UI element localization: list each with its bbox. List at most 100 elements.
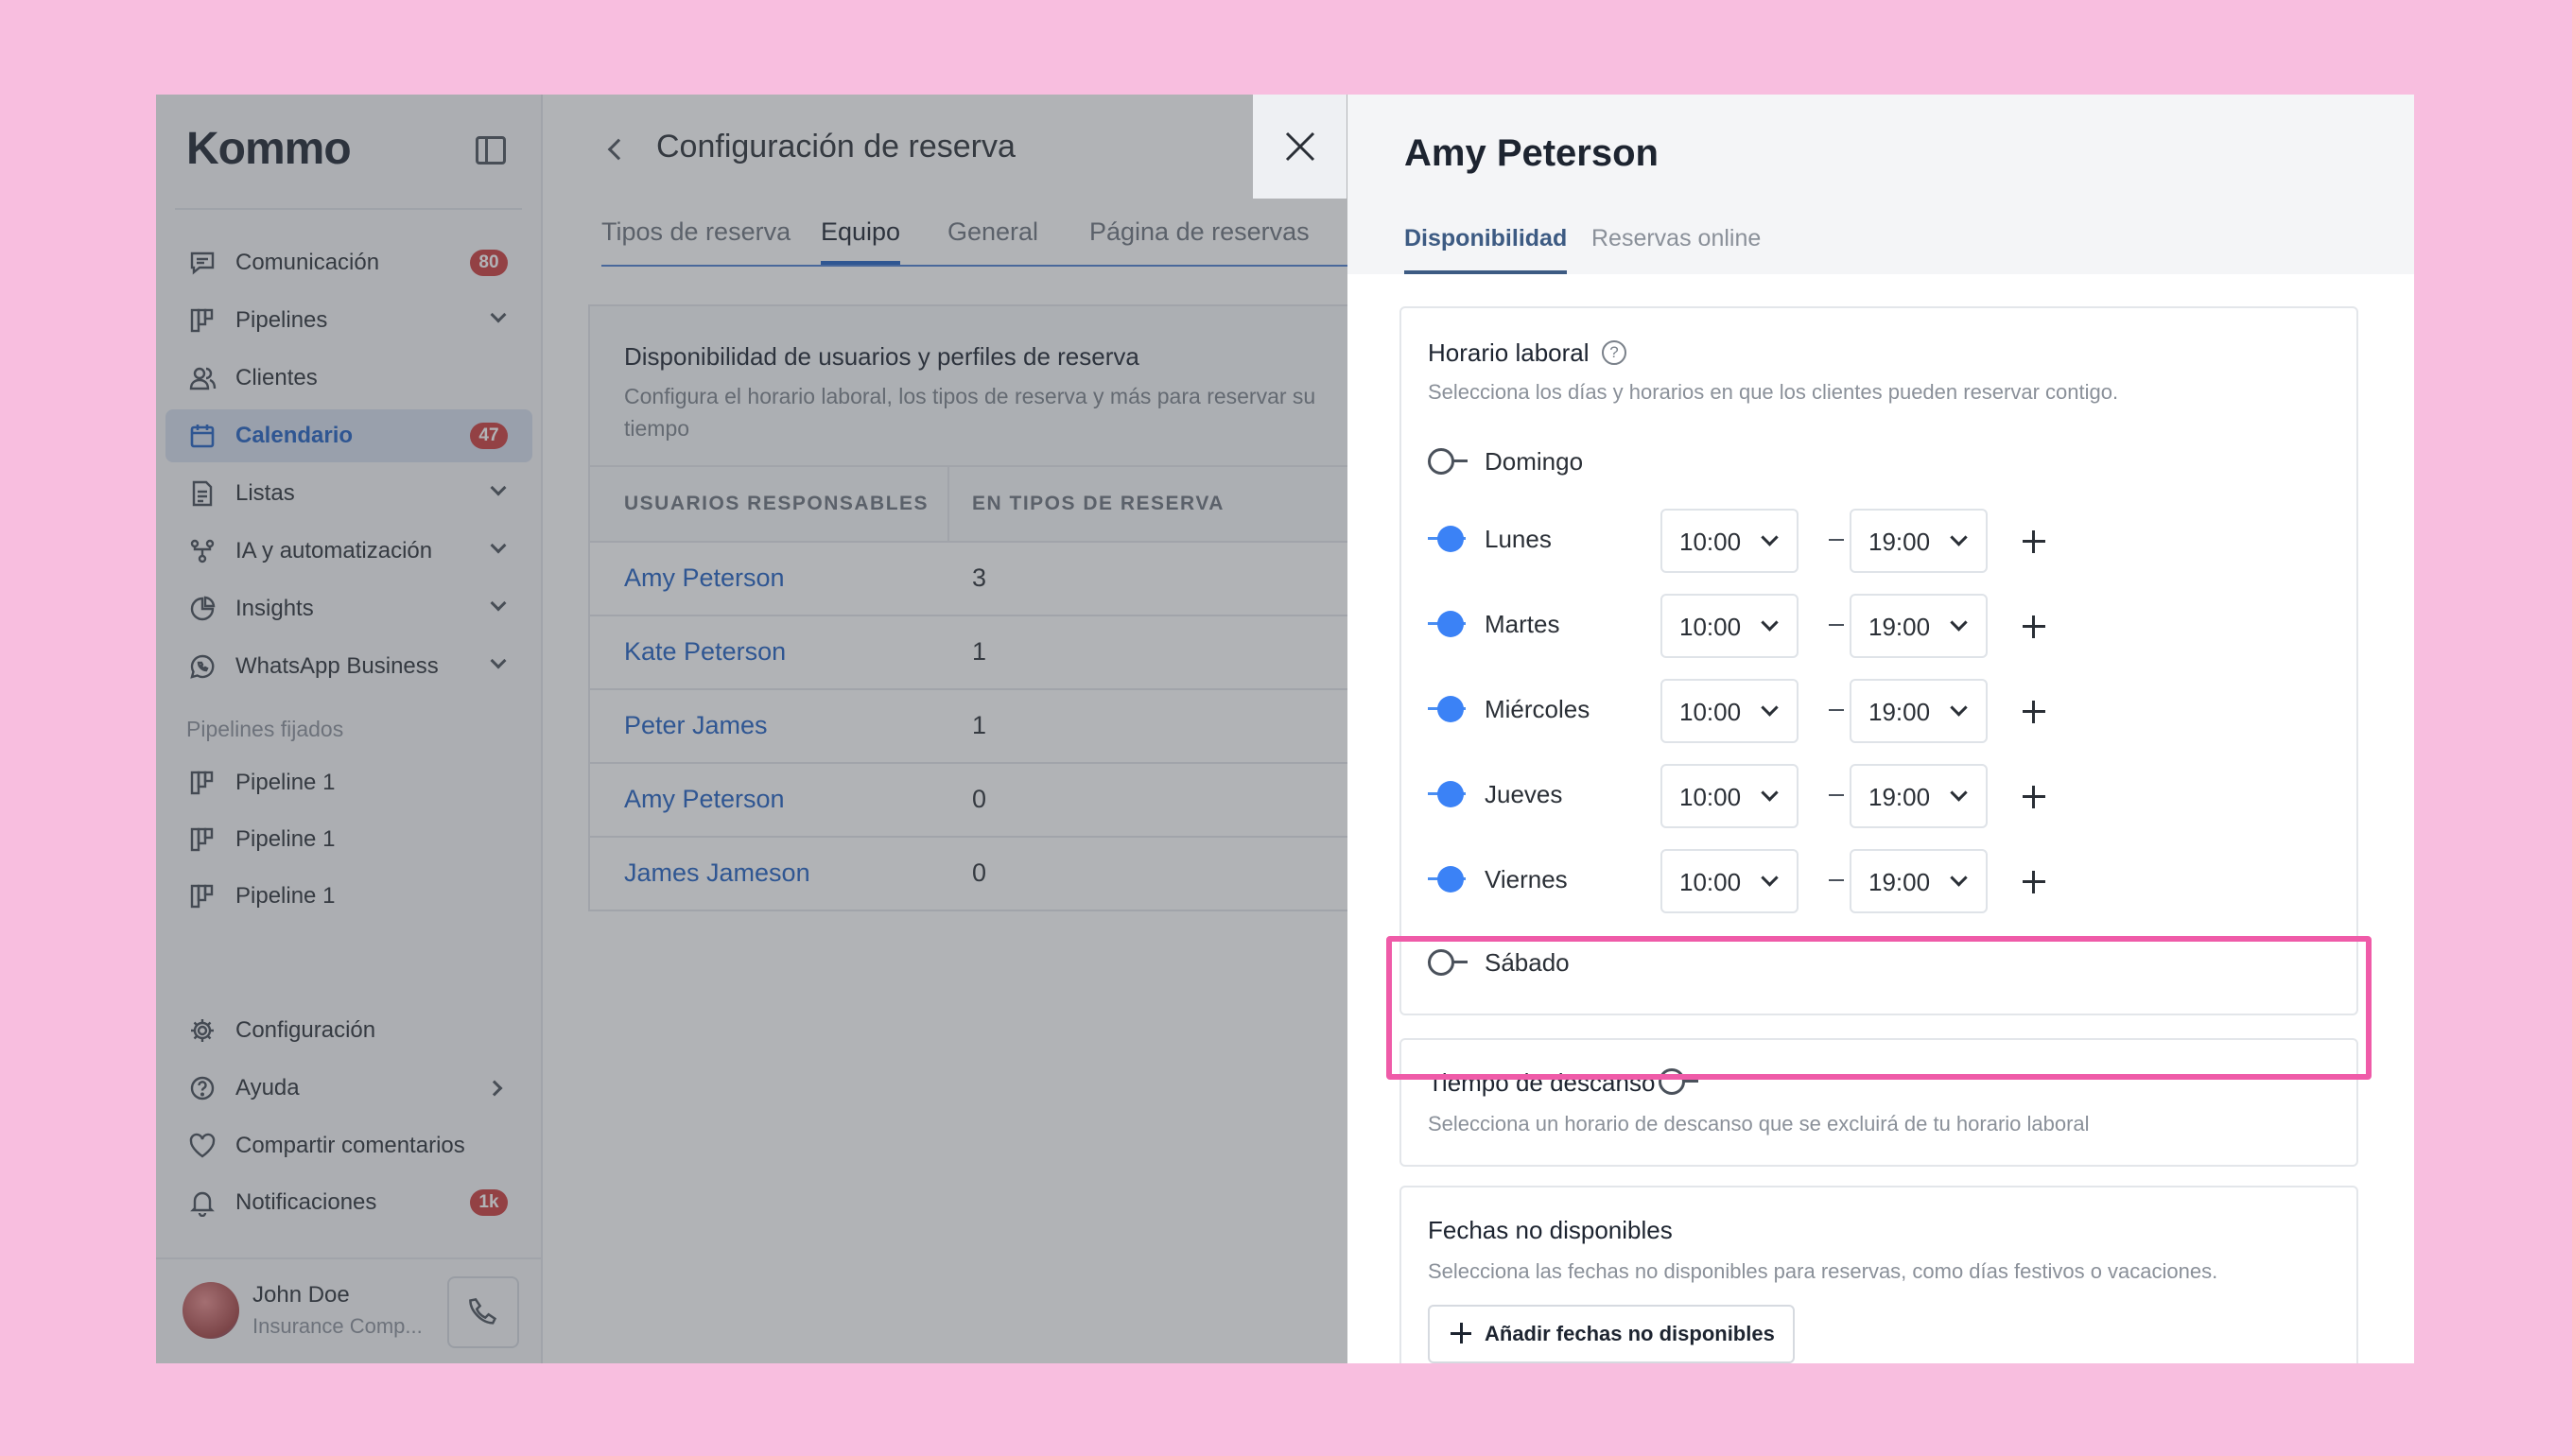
user-link[interactable]: Amy Peterson xyxy=(624,785,785,814)
chevron-down-icon xyxy=(1950,699,1968,717)
day-name: Lunes xyxy=(1485,525,1552,553)
user-company: Insurance Comp... xyxy=(252,1314,423,1338)
chevron-down-icon[interactable] xyxy=(490,537,507,554)
add-interval-plus-icon[interactable] xyxy=(2014,777,2052,815)
start-time-select[interactable]: 10:00 xyxy=(1660,679,1799,743)
tab-reservas-online[interactable]: Reservas online xyxy=(1591,225,1761,274)
end-time-select[interactable]: 19:00 xyxy=(1850,594,1988,658)
range-dash xyxy=(1829,539,1844,541)
tab-disponibilidad[interactable]: Disponibilidad xyxy=(1404,225,1568,274)
booking-type-count: 0 xyxy=(972,858,987,887)
users-icon xyxy=(186,362,218,394)
sidebar-item-listas[interactable]: Listas xyxy=(165,467,532,520)
sidebar-item-compartir-comentarios[interactable]: Compartir comentarios xyxy=(165,1119,532,1172)
day-toggle[interactable] xyxy=(1428,781,1469,807)
sidebar-item-label: Configuración xyxy=(235,1017,376,1043)
app-window: Kommo Comunicación 80 Pipelines Clientes xyxy=(156,95,2414,1363)
tab-general[interactable]: General xyxy=(947,217,1038,265)
sidebar-item-whatsapp[interactable]: WhatsApp Business xyxy=(165,640,532,693)
end-time-select[interactable]: 19:00 xyxy=(1850,764,1988,828)
sidebar-item-notificaciones[interactable]: Notificaciones 1k xyxy=(165,1176,532,1229)
user-availability-drawer: Amy Peterson Disponibilidad Reservas onl… xyxy=(1347,95,2414,1363)
start-time-select[interactable]: 10:00 xyxy=(1660,764,1799,828)
chevron-down-icon xyxy=(1761,529,1779,546)
chart-pie-icon xyxy=(186,593,218,625)
sidebar-item-label: Pipelines xyxy=(235,307,328,333)
chevron-down-icon[interactable] xyxy=(490,306,507,323)
working-hours-title: Horario laboral xyxy=(1428,338,1590,367)
avatar[interactable] xyxy=(182,1282,239,1339)
day-toggle[interactable] xyxy=(1428,949,1469,976)
start-time-select[interactable]: 10:00 xyxy=(1660,509,1799,573)
chevron-down-icon xyxy=(1761,784,1779,802)
end-time-value: 19:00 xyxy=(1868,698,1931,726)
chevron-down-icon xyxy=(1950,784,1968,802)
start-time-select[interactable]: 10:00 xyxy=(1660,594,1799,658)
chevron-down-icon xyxy=(1950,529,1968,546)
end-time-select[interactable]: 19:00 xyxy=(1850,849,1988,913)
help-icon[interactable]: ? xyxy=(1602,340,1626,365)
day-name: Viernes xyxy=(1485,865,1568,893)
chevron-down-icon[interactable] xyxy=(490,595,507,612)
tab-pagina-de-reservas[interactable]: Página de reservas xyxy=(1089,217,1310,265)
gear-icon xyxy=(186,1014,218,1047)
start-time-value: 10:00 xyxy=(1679,868,1742,896)
day-toggle[interactable] xyxy=(1428,611,1469,637)
end-time-select[interactable]: 19:00 xyxy=(1850,509,1988,573)
start-time-select[interactable]: 10:00 xyxy=(1660,849,1799,913)
sidebar-item-label: Ayuda xyxy=(235,1075,300,1101)
add-unavailable-dates-button[interactable]: Añadir fechas no disponibles xyxy=(1428,1305,1795,1363)
day-name: Jueves xyxy=(1485,780,1563,808)
notification-badge: 1k xyxy=(470,1189,508,1216)
sidebar-collapse-icon[interactable] xyxy=(476,136,506,165)
chevron-down-icon xyxy=(1950,614,1968,632)
phone-button[interactable] xyxy=(447,1276,519,1348)
close-icon xyxy=(1285,131,1314,162)
sidebar-item-insights[interactable]: Insights xyxy=(165,582,532,635)
day-toggle[interactable] xyxy=(1428,866,1469,893)
pipeline-icon xyxy=(186,823,218,856)
unavailable-dates-title: Fechas no disponibles xyxy=(1428,1216,1673,1244)
add-interval-plus-icon[interactable] xyxy=(2014,862,2052,900)
sidebar-item-calendario[interactable]: Calendario 47 xyxy=(165,409,532,462)
chevron-right-icon[interactable] xyxy=(486,1080,503,1097)
sidebar-item-ia-automatizacion[interactable]: IA y automatización xyxy=(165,525,532,578)
sidebar-item-pinned-pipeline[interactable]: Pipeline 1 xyxy=(165,756,532,809)
day-toggle[interactable] xyxy=(1428,696,1469,722)
sidebar-item-comunicacion[interactable]: Comunicación 80 xyxy=(165,236,532,289)
sidebar-item-pipelines[interactable]: Pipelines xyxy=(165,294,532,347)
booking-type-count: 1 xyxy=(972,637,987,666)
user-link[interactable]: James Jameson xyxy=(624,858,810,888)
sidebar: Kommo Comunicación 80 Pipelines Clientes xyxy=(156,95,543,1363)
user-link[interactable]: Kate Peterson xyxy=(624,637,786,667)
chevron-down-icon[interactable] xyxy=(490,652,507,669)
sidebar-item-pinned-pipeline[interactable]: Pipeline 1 xyxy=(165,813,532,866)
sidebar-item-configuracion[interactable]: Configuración xyxy=(165,1004,532,1057)
plus-icon xyxy=(1451,1323,1473,1345)
add-interval-plus-icon[interactable] xyxy=(2014,692,2052,730)
user-link[interactable]: Peter James xyxy=(624,711,768,740)
pipeline-icon xyxy=(186,304,218,337)
add-interval-plus-icon[interactable] xyxy=(2014,522,2052,560)
tab-equipo[interactable]: Equipo xyxy=(821,217,901,265)
back-chevron-icon[interactable] xyxy=(607,138,630,161)
chevron-down-icon[interactable] xyxy=(490,479,507,496)
start-time-value: 10:00 xyxy=(1679,698,1742,726)
tab-tipos-de-reserva[interactable]: Tipos de reserva xyxy=(601,217,791,265)
sidebar-item-label: Calendario xyxy=(235,423,354,448)
sidebar-item-pinned-pipeline[interactable]: Pipeline 1 xyxy=(165,870,532,923)
page-title: Configuración de reserva xyxy=(656,129,1016,165)
unread-badge: 80 xyxy=(470,250,508,276)
break-time-toggle[interactable] xyxy=(1659,1068,1700,1095)
end-time-select[interactable]: 19:00 xyxy=(1850,679,1988,743)
sidebar-item-clientes[interactable]: Clientes xyxy=(165,352,532,405)
chevron-down-icon xyxy=(1950,869,1968,887)
day-toggle[interactable] xyxy=(1428,448,1469,475)
add-interval-plus-icon[interactable] xyxy=(2014,607,2052,645)
close-drawer-button[interactable] xyxy=(1253,95,1347,199)
booking-type-count: 3 xyxy=(972,563,987,592)
user-link[interactable]: Amy Peterson xyxy=(624,563,785,593)
sidebar-item-ayuda[interactable]: Ayuda xyxy=(165,1062,532,1115)
day-toggle[interactable] xyxy=(1428,526,1469,552)
chevron-down-icon xyxy=(1761,869,1779,887)
